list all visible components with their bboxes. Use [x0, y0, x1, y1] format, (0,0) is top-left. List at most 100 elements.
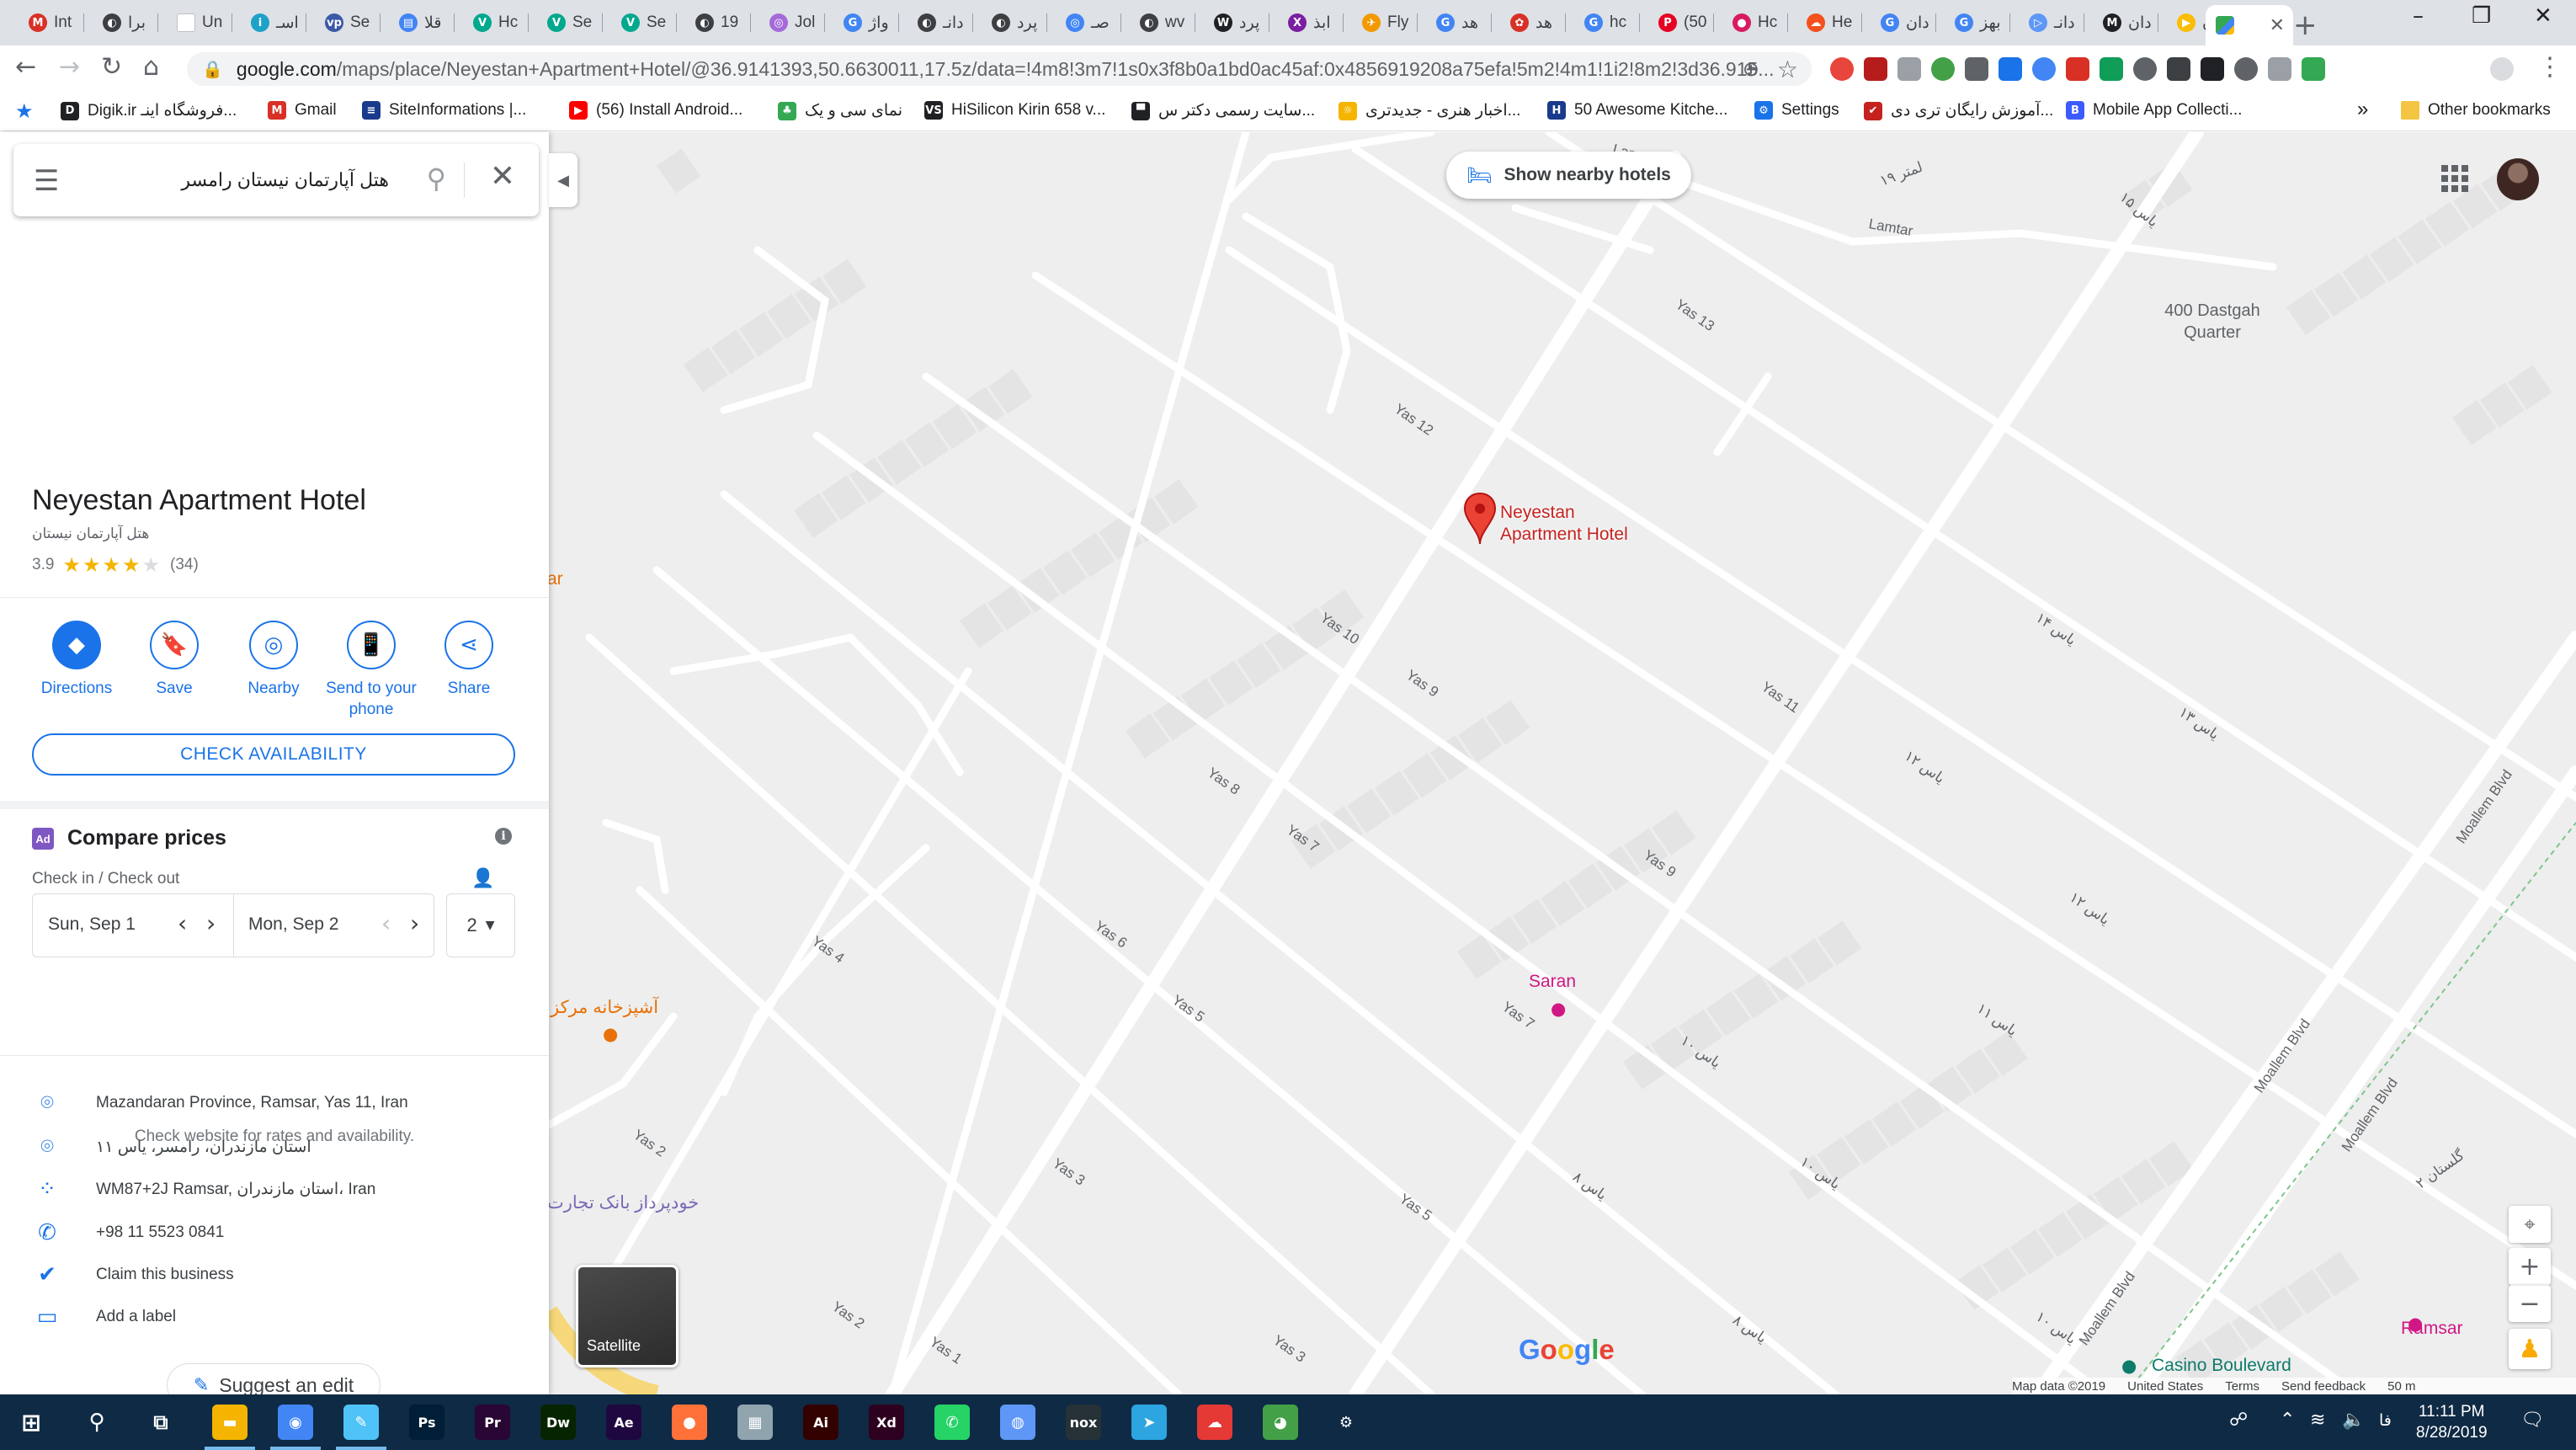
browser-tab[interactable]: i اسـ — [241, 7, 306, 39]
nox-icon[interactable]: nox — [1066, 1405, 1101, 1440]
whatsapp-icon[interactable]: ✆ — [934, 1405, 970, 1440]
chat-app-icon[interactable]: ☁ — [1197, 1405, 1232, 1440]
search-box[interactable]: ☰ هتل آپارتمان نیستان رامسر ⚲ ✕ — [13, 144, 539, 216]
browser-tab[interactable]: ▤ قلا — [389, 7, 455, 39]
settings-icon[interactable]: ⚙ — [1328, 1405, 1364, 1440]
zoom-in-button[interactable]: + — [2509, 1248, 2551, 1285]
screen-capture-icon[interactable] — [1830, 57, 1854, 81]
info-row[interactable]: ✔ Claim this business — [0, 1255, 549, 1298]
dreamweaver-icon[interactable]: Dw — [540, 1405, 576, 1440]
hamburger-menu-icon[interactable]: ☰ — [34, 164, 59, 198]
save-action[interactable]: 🔖 Save — [128, 621, 221, 699]
bookmark-item[interactable]: ✔ آموزش رایگان تری دی... — [1864, 101, 2053, 120]
browser-tab[interactable]: Ghc — [1574, 7, 1640, 39]
bookmark-star-icon[interactable]: ☆ — [1777, 56, 1798, 83]
wc-icon[interactable] — [2066, 57, 2089, 81]
feedly-icon[interactable] — [1931, 57, 1955, 81]
show-hidden-icons[interactable]: ⌃ — [2280, 1410, 2295, 1431]
browser-tab[interactable]: ◐ 19 — [685, 7, 751, 39]
send-feedback-link[interactable]: Send feedback — [2281, 1379, 2366, 1394]
close-tab-icon[interactable]: ✕ — [2270, 15, 2285, 36]
download-arrow-icon[interactable] — [2268, 57, 2291, 81]
grammarly-icon[interactable] — [2302, 57, 2325, 81]
browser-tab[interactable]: G واژ — [833, 7, 899, 39]
check-availability-button[interactable]: CHECK AVAILABILITY — [32, 733, 515, 776]
photoshop-icon[interactable]: Ps — [409, 1405, 444, 1440]
task-view-icon[interactable]: ⧉ — [143, 1405, 178, 1440]
headset-icon[interactable] — [2201, 57, 2224, 81]
info-row[interactable]: ⌾ استان مازندران، رامسر، یاس ۱۱ — [0, 1127, 549, 1170]
bookmark-item[interactable]: ♣ نمای سی و یک — [778, 101, 902, 120]
new-tab-button[interactable]: + — [2293, 8, 2318, 42]
bookmark-item[interactable]: D Digik.ir فروشگاه اینـ... — [61, 101, 237, 120]
bookmark-item[interactable]: ☼ اخبار هنری - جدیدتری... — [1339, 101, 1520, 120]
apps-star-icon[interactable]: ★ — [15, 99, 34, 124]
poi-label[interactable]: 400 Dastgah Quarter — [2153, 300, 2271, 344]
browser-tab[interactable]: M Int — [19, 7, 84, 39]
notepad-icon[interactable]: ✎ — [343, 1405, 379, 1440]
prev-checkin-icon[interactable]: ‹ — [178, 909, 187, 937]
xd-icon[interactable]: Xd — [869, 1405, 904, 1440]
home-icon[interactable]: ⌂ — [143, 52, 159, 82]
casino-icon[interactable]: ● — [2121, 1356, 2137, 1376]
prev-checkout-icon[interactable]: ‹ — [381, 909, 391, 937]
browser-tab[interactable]: ◎ Jol — [759, 7, 825, 39]
browser-tab[interactable]: Un — [167, 7, 232, 39]
terms-link[interactable]: Terms — [2225, 1379, 2259, 1394]
checkin-date[interactable]: Sun, Sep 1 — [48, 914, 136, 935]
search-icon[interactable]: ⚲ — [79, 1405, 114, 1440]
active-browser-tab[interactable]: ✕ — [2206, 5, 2293, 45]
browser-tab[interactable]: W پرد — [1204, 7, 1269, 39]
close-window-button[interactable]: ✕ — [2534, 3, 2552, 29]
nearby-action[interactable]: ◎ Nearby — [227, 621, 320, 699]
volume-icon[interactable]: 🔈 — [2342, 1410, 2365, 1431]
address-bar[interactable]: 🔒 google.com/maps/place/Neyestan+Apartme… — [187, 52, 1812, 86]
other-bookmarks[interactable]: Other bookmarks — [2401, 101, 2551, 120]
after-effects-icon[interactable]: Ae — [606, 1405, 641, 1440]
browser-tab[interactable]: ● Hc — [1722, 7, 1788, 39]
paint-icon[interactable]: ◕ — [1263, 1405, 1298, 1440]
restaurant-icon[interactable]: ● — [603, 1024, 618, 1044]
download-icon[interactable] — [2167, 57, 2190, 81]
collapse-panel-icon[interactable]: ◀ — [549, 153, 577, 207]
chrome-icon[interactable]: ◉ — [278, 1405, 313, 1440]
forward-icon[interactable]: → — [59, 52, 80, 82]
gear-ext-icon[interactable] — [2133, 57, 2157, 81]
browser-tab[interactable]: ◐ برا — [93, 7, 158, 39]
browser-tab[interactable]: G بهز — [1945, 7, 2010, 39]
telegram-icon[interactable]: ➤ — [1131, 1405, 1167, 1440]
poi-label[interactable]: آشپزخانه مرکز — [551, 997, 658, 1018]
info-row[interactable]: ⌾ Mazandaran Province, Ramsar, Yas 11, Ir… — [0, 1084, 549, 1126]
pegman-icon[interactable]: ♟ — [2509, 1329, 2551, 1369]
browser-tab[interactable]: V Hc — [463, 7, 529, 39]
globe-icon[interactable]: ◍ — [1000, 1405, 1035, 1440]
browser-tab[interactable]: G دان — [1871, 7, 1936, 39]
browser-tab[interactable]: ✈ Fly — [1352, 7, 1418, 39]
poi-label[interactable]: Casino Boulevard — [2152, 1356, 2291, 1376]
clear-search-icon[interactable]: ✕ — [490, 159, 515, 194]
premiere-icon[interactable]: Pr — [475, 1405, 510, 1440]
browser-tab[interactable]: V Se — [611, 7, 677, 39]
language-indicator[interactable]: فا — [2379, 1411, 2392, 1430]
shield-icon[interactable] — [2234, 57, 2258, 81]
info-row[interactable]: ⁘ WM87+2J Ramsar, استان مازندران، Iran — [0, 1170, 549, 1212]
translate-icon[interactable] — [1999, 57, 2022, 81]
bookmark-item[interactable]: ▶ (56) Install Android... — [569, 101, 742, 120]
back-icon[interactable]: ← — [15, 52, 36, 82]
browser-tab[interactable]: ☁ He — [1796, 7, 1862, 39]
browser-tab[interactable]: V Se — [537, 7, 603, 39]
info-row[interactable]: ▭ Add a label — [0, 1298, 549, 1340]
windows-start-icon[interactable]: ⊞ — [13, 1405, 49, 1440]
share-action[interactable]: ⋖ Share — [423, 621, 515, 699]
people-icon[interactable]: ☍ — [2229, 1410, 2248, 1431]
file-explorer-icon[interactable]: ▬ — [212, 1405, 247, 1440]
browser-tab[interactable]: G هد — [1426, 7, 1492, 39]
guests-select[interactable]: 2 ▼ — [446, 893, 515, 957]
bookmark-item[interactable]: VS HiSilicon Kirin 658 v... — [924, 101, 1105, 120]
notifications-icon[interactable]: 🗨 — [2520, 1410, 2544, 1431]
next-checkout-icon[interactable]: › — [410, 909, 419, 937]
bookmark-item[interactable]: B Mobile App Collecti... — [2066, 101, 2242, 120]
bookmark-item[interactable]: ≡ SiteInformations |... — [362, 101, 526, 120]
maximize-button[interactable]: ❐ — [2472, 3, 2491, 29]
show-nearby-hotels-button[interactable]: 🛏 Show nearby hotels — [1446, 152, 1691, 199]
